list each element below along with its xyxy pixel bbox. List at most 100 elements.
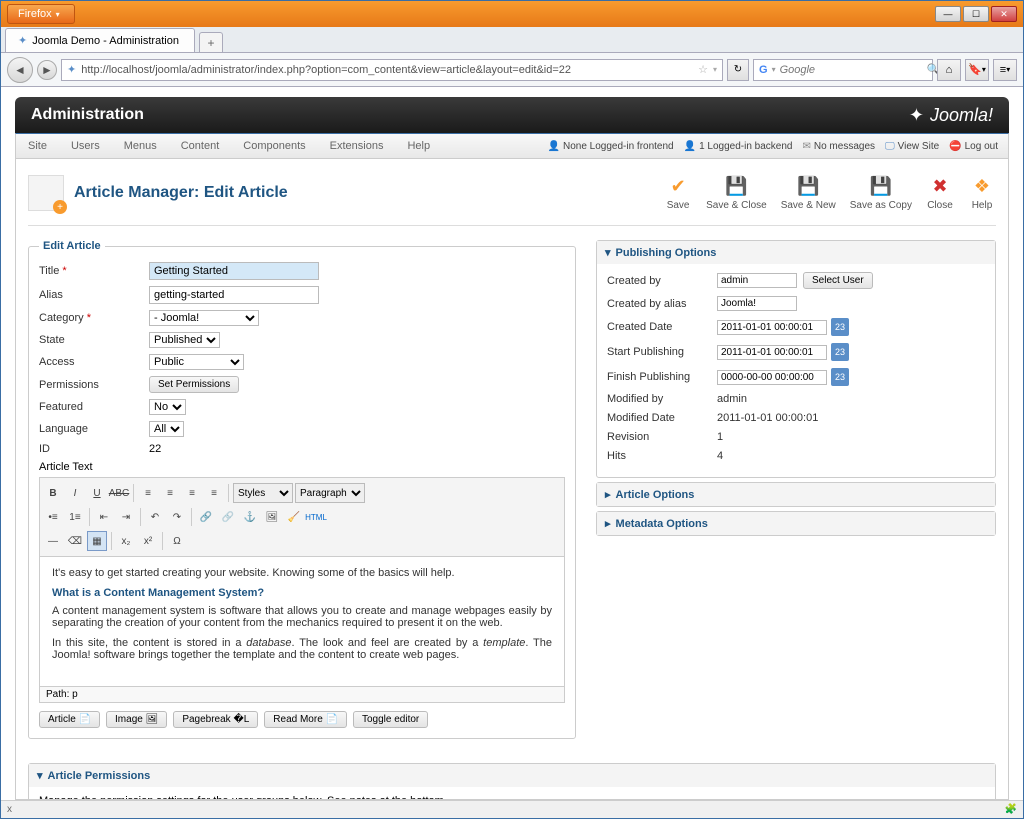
- language-select[interactable]: All: [149, 421, 184, 437]
- charmap-button[interactable]: Ω: [167, 531, 187, 551]
- toggle-editor-button[interactable]: Toggle editor: [353, 711, 428, 728]
- bold-button[interactable]: B: [43, 483, 63, 503]
- editor-body[interactable]: It's easy to get started creating your w…: [39, 557, 565, 687]
- superscript-button[interactable]: x²: [138, 531, 158, 551]
- italic-button[interactable]: I: [65, 483, 85, 503]
- bullet-list-button[interactable]: •≡: [43, 507, 63, 527]
- anchor-button[interactable]: ⚓: [240, 507, 260, 527]
- image-button[interactable]: 🖼: [262, 507, 282, 527]
- firefox-menu-button[interactable]: Firefox: [7, 4, 75, 24]
- view-site-link[interactable]: 🖵View Site: [885, 141, 939, 152]
- styles-select[interactable]: Styles: [233, 483, 293, 503]
- calendar-icon[interactable]: 23: [831, 318, 849, 336]
- back-button[interactable]: ◄: [7, 57, 33, 83]
- maximize-button[interactable]: ☐: [963, 6, 989, 22]
- hits-label: Hits: [607, 450, 717, 462]
- indent-button[interactable]: ⇥: [116, 507, 136, 527]
- removeformat-button[interactable]: ⌫: [65, 531, 85, 551]
- save-close-button[interactable]: 💾Save & Close: [706, 176, 767, 211]
- access-select[interactable]: Public: [149, 354, 244, 370]
- bookmarks-button[interactable]: 🔖▾: [965, 59, 989, 81]
- chevron-down-icon: ▾: [605, 246, 611, 259]
- start-pub-input[interactable]: [717, 345, 827, 360]
- redo-button[interactable]: ↷: [167, 507, 187, 527]
- title-input[interactable]: [149, 262, 319, 280]
- menu-components[interactable]: Components: [231, 140, 317, 152]
- strike-button[interactable]: ABC: [109, 483, 129, 503]
- permissions-label: Permissions: [39, 379, 149, 391]
- finish-pub-input[interactable]: [717, 370, 827, 385]
- state-select[interactable]: Published: [149, 332, 220, 348]
- help-button[interactable]: ❖Help: [968, 176, 996, 211]
- menu-extensions[interactable]: Extensions: [318, 140, 396, 152]
- align-center-button[interactable]: ≡: [160, 483, 180, 503]
- select-user-button[interactable]: Select User: [803, 272, 873, 289]
- save-copy-button[interactable]: 💾Save as Copy: [850, 176, 912, 211]
- set-permissions-button[interactable]: Set Permissions: [149, 376, 239, 393]
- publishing-options-header[interactable]: ▾Publishing Options: [597, 241, 995, 264]
- new-tab-button[interactable]: +: [199, 32, 223, 52]
- cleanup-button[interactable]: 🧹: [284, 507, 304, 527]
- article-options-header[interactable]: ▸Article Options: [597, 483, 995, 506]
- table-button[interactable]: ▦: [87, 531, 107, 551]
- link-button[interactable]: 🔗: [196, 507, 216, 527]
- minimize-button[interactable]: —: [935, 6, 961, 22]
- close-action-button[interactable]: ✖Close: [926, 176, 954, 211]
- status-frontend[interactable]: 👤None Logged-in frontend: [548, 141, 674, 152]
- metadata-options-header[interactable]: ▸Metadata Options: [597, 512, 995, 535]
- outdent-button[interactable]: ⇤: [94, 507, 114, 527]
- forward-button[interactable]: ►: [37, 60, 57, 80]
- insert-article-button[interactable]: Article 📄: [39, 711, 100, 728]
- category-select[interactable]: - Joomla!: [149, 310, 259, 326]
- publishing-options-panel: ▾Publishing Options Created bySelect Use…: [596, 240, 996, 478]
- created-by-input[interactable]: [717, 273, 797, 288]
- menu-users[interactable]: Users: [59, 140, 112, 152]
- underline-button[interactable]: U: [87, 483, 107, 503]
- created-date-input[interactable]: [717, 320, 827, 335]
- menu-help[interactable]: Help: [395, 140, 442, 152]
- window-controls: — ☐ ✕: [935, 6, 1017, 22]
- align-justify-button[interactable]: ≡: [204, 483, 224, 503]
- search-input[interactable]: [780, 64, 923, 76]
- close-button[interactable]: ✕: [991, 6, 1017, 22]
- url-bar[interactable]: ✦ ☆ ▾: [61, 59, 723, 81]
- status-messages[interactable]: ✉No messages: [802, 141, 875, 152]
- article-permissions-header[interactable]: ▾Article Permissions: [29, 764, 995, 787]
- browser-tab[interactable]: ✦ Joomla Demo - Administration: [5, 28, 195, 52]
- alias-input[interactable]: [149, 286, 319, 304]
- status-backend[interactable]: 👤1 Logged-in backend: [684, 141, 793, 152]
- reload-button[interactable]: ↻: [727, 59, 749, 81]
- admin-menubar: Site Users Menus Content Components Exte…: [15, 133, 1009, 159]
- logout-link[interactable]: ⛔Log out: [949, 141, 998, 152]
- editor-h1: What is a Content Management System?: [52, 587, 552, 599]
- hr-button[interactable]: —: [43, 531, 63, 551]
- save-new-button[interactable]: 💾Save & New: [781, 176, 836, 211]
- undo-button[interactable]: ↶: [145, 507, 165, 527]
- url-input[interactable]: [81, 64, 693, 76]
- tools-button[interactable]: ≡▾: [993, 59, 1017, 81]
- align-left-button[interactable]: ≡: [138, 483, 158, 503]
- menu-content[interactable]: Content: [169, 140, 232, 152]
- number-list-button[interactable]: 1≡: [65, 507, 85, 527]
- search-bar[interactable]: G ▾ 🔍: [753, 59, 933, 81]
- unlink-button[interactable]: 🔗: [218, 507, 238, 527]
- calendar-icon[interactable]: 23: [831, 343, 849, 361]
- insert-image-button[interactable]: Image 🖼: [106, 711, 167, 728]
- bookmark-icon[interactable]: ☆: [698, 63, 708, 76]
- calendar-icon[interactable]: 23: [831, 368, 849, 386]
- featured-select[interactable]: No: [149, 399, 186, 415]
- pagebreak-button[interactable]: Pagebreak �L: [173, 711, 258, 728]
- created-alias-input[interactable]: [717, 296, 797, 311]
- align-right-button[interactable]: ≡: [182, 483, 202, 503]
- addon-icon[interactable]: 🧩: [1005, 804, 1017, 815]
- readmore-button[interactable]: Read More 📄: [264, 711, 347, 728]
- home-button[interactable]: ⌂: [937, 59, 961, 81]
- html-button[interactable]: HTML: [306, 507, 326, 527]
- status-x[interactable]: x: [7, 804, 12, 815]
- modified-by-value: admin: [717, 393, 747, 405]
- menu-menus[interactable]: Menus: [112, 140, 169, 152]
- menu-site[interactable]: Site: [16, 140, 59, 152]
- save-button[interactable]: ✔Save: [664, 176, 692, 211]
- subscript-button[interactable]: x₂: [116, 531, 136, 551]
- format-select[interactable]: Paragraph: [295, 483, 365, 503]
